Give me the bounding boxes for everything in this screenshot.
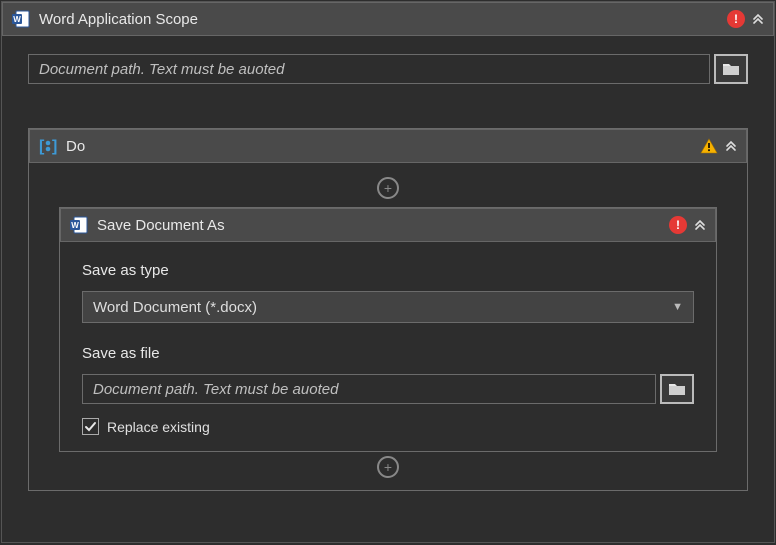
word-application-scope-activity: W Word Application Scope ! xyxy=(1,1,775,543)
replace-existing-label: Replace existing xyxy=(107,419,210,435)
add-activity-button[interactable]: + xyxy=(377,456,399,478)
do-activity-body: + W Save Document As xyxy=(29,163,747,490)
outer-activity-body: [ ] Do xyxy=(2,36,774,542)
replace-existing-row: Replace existing xyxy=(82,418,694,435)
word-app-icon: W xyxy=(69,215,89,235)
save-as-file-row xyxy=(82,374,694,404)
save-activity-title: Save Document As xyxy=(97,217,661,234)
browse-folder-button[interactable] xyxy=(660,374,694,404)
collapse-toggle-icon[interactable] xyxy=(722,137,740,155)
error-icon[interactable]: ! xyxy=(669,216,687,234)
save-as-type-label: Save as type xyxy=(82,262,694,279)
do-activity-header[interactable]: [ ] Do xyxy=(29,129,747,163)
outer-activity-header[interactable]: W Word Application Scope ! xyxy=(2,2,774,36)
document-path-input[interactable] xyxy=(28,54,710,84)
save-as-file-label: Save as file xyxy=(82,345,694,362)
save-as-file-input[interactable] xyxy=(82,374,656,404)
add-activity-button[interactable]: + xyxy=(377,177,399,199)
document-path-row xyxy=(28,54,748,84)
chevron-down-icon: ▼ xyxy=(672,301,683,313)
sequence-icon: [ ] xyxy=(38,136,58,156)
save-as-type-dropdown[interactable]: Word Document (*.docx) ▼ xyxy=(82,291,694,323)
replace-existing-checkbox[interactable] xyxy=(82,418,99,435)
svg-text:W: W xyxy=(71,221,79,230)
svg-text:W: W xyxy=(13,15,21,24)
browse-folder-button[interactable] xyxy=(714,54,748,84)
warning-icon[interactable] xyxy=(700,137,718,155)
save-document-as-activity: W Save Document As ! xyxy=(59,207,717,452)
do-activity-title: Do xyxy=(66,138,692,155)
svg-text:[: [ xyxy=(39,138,45,155)
error-icon[interactable]: ! xyxy=(727,10,745,28)
outer-activity-title: Word Application Scope xyxy=(39,11,719,28)
do-sequence-activity: [ ] Do xyxy=(28,128,748,491)
save-activity-body: Save as type Word Document (*.docx) ▼ Sa… xyxy=(60,242,716,451)
collapse-toggle-icon[interactable] xyxy=(749,10,767,28)
save-as-type-value: Word Document (*.docx) xyxy=(93,299,672,316)
svg-text:]: ] xyxy=(52,138,57,155)
save-activity-header[interactable]: W Save Document As ! xyxy=(60,208,716,242)
collapse-toggle-icon[interactable] xyxy=(691,216,709,234)
word-app-icon: W xyxy=(11,9,31,29)
